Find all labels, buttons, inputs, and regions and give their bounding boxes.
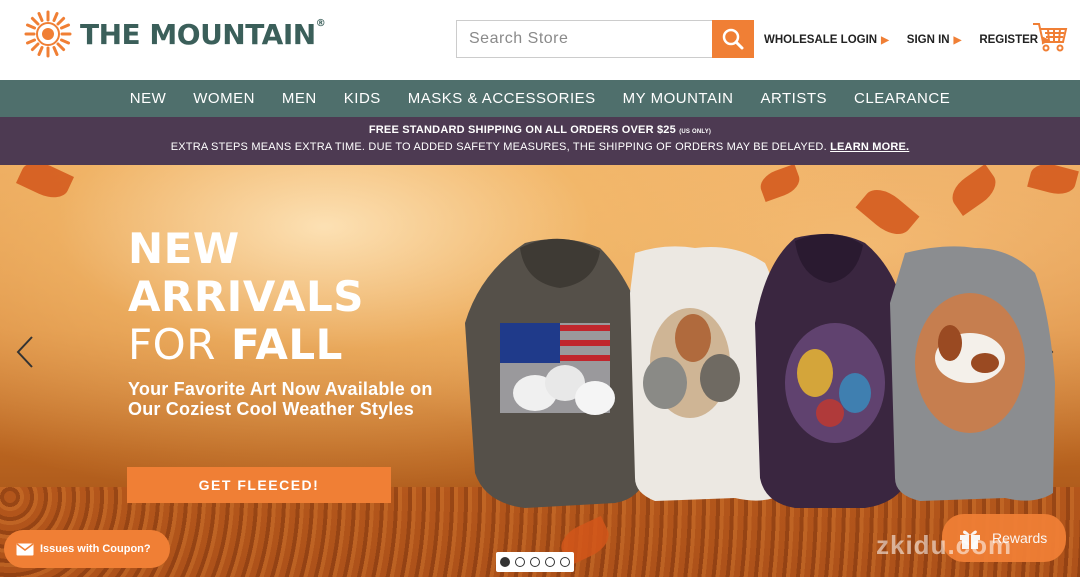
nav-item-women[interactable]: WOMEN xyxy=(193,90,255,107)
carousel-dot[interactable] xyxy=(560,557,570,567)
shipping-promo: FREE STANDARD SHIPPING ON ALL ORDERS OVE… xyxy=(368,124,712,136)
gray-wolf-hoodie xyxy=(465,238,650,508)
promo-banner: FREE STANDARD SHIPPING ON ALL ORDERS OVE… xyxy=(0,117,1080,165)
brand-name: THE MOUNTAIN® xyxy=(80,17,326,51)
leaf-decoration xyxy=(945,165,1003,217)
site-logo[interactable]: THE MOUNTAIN® xyxy=(24,10,326,58)
leaf-decoration xyxy=(1027,165,1079,199)
shipping-notice: EXTRA STEPS MEANS EXTRA TIME. DUE TO ADD… xyxy=(170,141,910,153)
sun-logo-icon xyxy=(24,10,72,58)
sign-in-link[interactable]: SIGN IN ▶ xyxy=(907,34,962,46)
carousel-dot[interactable] xyxy=(500,557,510,567)
leaf-decoration xyxy=(756,165,804,203)
search-button[interactable] xyxy=(712,20,754,58)
gray-horse-shirt xyxy=(890,246,1055,501)
rewards-button[interactable]: Rewards xyxy=(942,514,1066,562)
product-hoodies-image xyxy=(465,233,1055,508)
hero-subtitle: Your Favorite Art Now Available on Our C… xyxy=(128,379,433,419)
search-bar xyxy=(456,20,754,58)
purple-dragon-hoodie xyxy=(755,233,915,508)
main-nav: NEW WOMEN MEN KIDS MASKS & ACCESSORIES M… xyxy=(0,80,1080,117)
nav-item-artists[interactable]: ARTISTS xyxy=(760,90,827,107)
nav-item-my-mountain[interactable]: MY MOUNTAIN xyxy=(623,90,734,107)
carousel-dot[interactable] xyxy=(545,557,555,567)
carousel-dot[interactable] xyxy=(515,557,525,567)
wholesale-login-link[interactable]: WHOLESALE LOGIN ▶ xyxy=(764,34,889,46)
caret-right-icon: ▶ xyxy=(881,34,889,46)
caret-right-icon: ▶ xyxy=(953,34,962,46)
envelope-icon xyxy=(16,542,34,555)
nav-item-new[interactable]: NEW xyxy=(130,90,167,107)
learn-more-link[interactable]: LEARN MORE. xyxy=(830,141,909,153)
account-links: WHOLESALE LOGIN ▶ SIGN IN ▶ REGISTER ▶ xyxy=(764,34,1068,46)
nav-item-masks-accessories[interactable]: MASKS & ACCESSORIES xyxy=(408,90,596,107)
hero-headline: NEW ARRIVALS FOR FALL xyxy=(128,224,364,369)
leaf-decoration xyxy=(16,165,74,205)
nav-item-kids[interactable]: KIDS xyxy=(344,90,381,107)
search-icon xyxy=(722,28,744,50)
get-fleeced-button[interactable]: GET FLEECED! xyxy=(127,467,391,503)
chevron-left-icon[interactable] xyxy=(14,335,36,369)
carousel-dot[interactable] xyxy=(530,557,540,567)
search-input[interactable] xyxy=(456,20,712,58)
carousel-pagination xyxy=(496,552,574,572)
nav-item-clearance[interactable]: CLEARANCE xyxy=(854,90,950,107)
gift-icon xyxy=(960,530,980,549)
cart-icon[interactable] xyxy=(1032,20,1068,54)
site-header: THE MOUNTAIN® WHOLESALE LOGIN▶ SIGN IN▶ … xyxy=(0,0,1080,80)
hero-carousel: NEW ARRIVALS FOR FALL Your Favorite Art … xyxy=(0,165,1080,577)
nav-item-men[interactable]: MEN xyxy=(282,90,317,107)
coupon-help-button[interactable]: Issues with Coupon? xyxy=(4,530,170,568)
